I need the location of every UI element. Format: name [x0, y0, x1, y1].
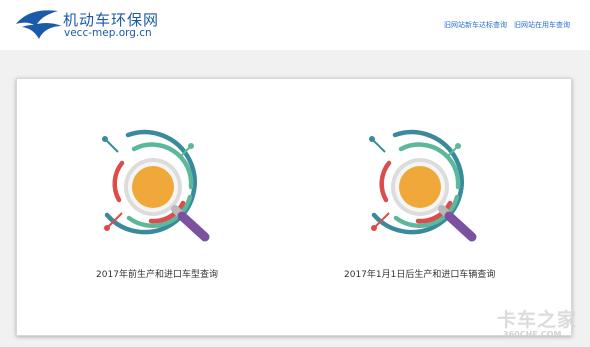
query-panel: 2017年前生产和进口车型查询 2017年1月1日后生产和进口车辆查询 [16, 78, 572, 336]
magnifier-icon [369, 129, 477, 242]
model-query-card[interactable]: 2017年前生产和进口车型查询 [77, 79, 277, 335]
site-header: 机动车环保网 vecc-mep.org.cn 旧网站新车达标查询 旧网站在用车查… [0, 0, 590, 50]
logo-bird-icon[interactable] [14, 8, 64, 42]
site-domain[interactable]: vecc-mep.org.cn [64, 27, 152, 39]
magnifier-icon [102, 129, 210, 242]
model-query-label[interactable]: 2017年前生产和进口车型查询 [77, 267, 237, 280]
old-site-in-use-vehicle-query-link[interactable]: 旧网站在用车查询 [514, 20, 570, 30]
vehicle-query-card[interactable]: 2017年1月1日后生产和进口车辆查询 [344, 79, 544, 335]
vehicle-query-label[interactable]: 2017年1月1日后生产和进口车辆查询 [344, 267, 495, 280]
old-site-new-vehicle-query-link[interactable]: 旧网站新车达标查询 [444, 20, 507, 30]
